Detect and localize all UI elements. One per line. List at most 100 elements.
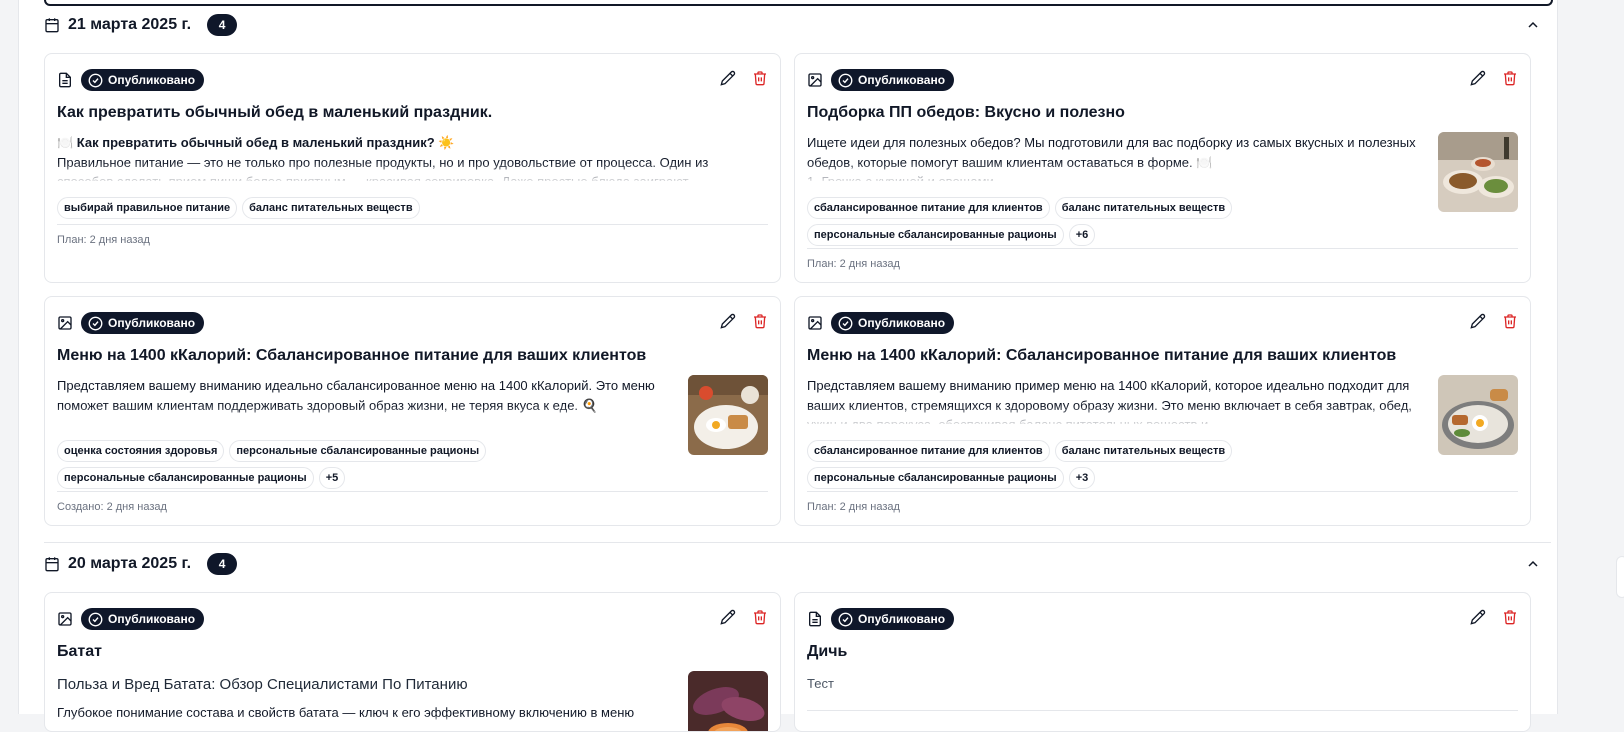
tag[interactable]: баланс питательных веществ [1054,197,1233,219]
post-card[interactable]: Опубликовано Дичь Тест [794,592,1531,732]
tag-list: оценка состояния здоровья персональные с… [57,440,668,489]
post-footer: План: 2 дня назад [807,248,1518,270]
check-circle-icon [838,316,853,330]
post-card[interactable]: Опубликовано Меню на 1400 кКалорий: Сбал… [794,296,1531,526]
status-label: Опубликовано [108,316,196,330]
post-footer: Создано: 2 дня назад [57,491,768,513]
post-title[interactable]: Меню на 1400 кКалорий: Сбалансированное … [57,347,646,365]
post-card[interactable]: Опубликовано Как превратить обычный обед… [44,53,781,283]
edit-pencil-icon[interactable] [720,313,736,329]
image-icon [58,612,72,626]
tag-more-count[interactable]: +5 [318,467,346,489]
edit-pencil-icon[interactable] [720,609,736,625]
image-icon [808,73,822,87]
delete-trash-icon[interactable] [752,609,768,625]
edit-pencil-icon[interactable] [720,70,736,86]
delete-trash-icon[interactable] [1502,313,1518,329]
tag-more-count[interactable]: +3 [1068,467,1096,489]
tag[interactable]: персональные сбалансированные рационы [807,467,1064,489]
post-title[interactable]: Батат [57,643,102,661]
post-thumbnail-image [688,671,768,731]
tag[interactable]: персональные сбалансированные рационы [807,224,1064,246]
post-title[interactable]: Дичь [807,643,847,661]
delete-trash-icon[interactable] [752,70,768,86]
tag[interactable]: баланс питательных веществ [1054,440,1233,462]
excerpt-line: Правильное питание — это не только про п… [57,154,709,182]
check-circle-icon [88,316,103,330]
excerpt-line: Тест [807,676,834,691]
check-circle-icon [838,73,853,87]
chevron-up-icon[interactable] [1525,17,1541,33]
tag-more-count[interactable]: +6 [1068,224,1096,246]
status-label: Опубликовано [858,73,946,87]
search-bar-edge[interactable] [44,0,1553,6]
image-icon [808,316,822,330]
image-icon [58,316,72,330]
post-footer: План: 2 дня назад [807,491,1518,513]
status-badge: Опубликовано [831,312,955,334]
tag[interactable]: оценка состояния здоровья [57,440,225,462]
chevron-up-icon[interactable] [1525,556,1541,572]
post-excerpt: Представляем вашему вниманию пример меню… [807,376,1418,424]
delete-trash-icon[interactable] [1502,609,1518,625]
group-divider [44,542,1551,543]
check-circle-icon [88,612,103,626]
tag[interactable]: персональные сбалансированные рационы [229,440,487,462]
tag-list: сбалансированное питание для клиентов ба… [807,197,1418,246]
excerpt-line: Ищете идеи для полезных обедов? Мы подго… [807,135,1416,170]
status-badge: Опубликовано [831,608,955,630]
status-label: Опубликовано [858,612,946,626]
delete-trash-icon[interactable] [752,313,768,329]
date-group-title: 21 марта 2025 г. [68,16,192,33]
post-excerpt: 🍽️ Как превратить обычный обед в маленьк… [57,133,768,181]
excerpt-line: Представляем вашему вниманию идеально сб… [57,378,655,413]
status-label: Опубликовано [108,612,196,626]
status-label: Опубликовано [108,73,196,87]
post-thumbnail-image [688,375,768,455]
post-title[interactable]: Как превратить обычный обед в маленький … [57,104,492,122]
post-excerpt: Глубокое понимание состава и свойств бат… [57,703,668,723]
posts-panel: 21 марта 2025 г. 4 Опубликовано Как прев… [18,0,1558,732]
tag-list: выбирай правильное питание баланс питате… [57,197,420,219]
post-footer: План: 2 дня назад [57,224,768,246]
tag-list: сбалансированное питание для клиентов ба… [807,440,1418,489]
status-label: Опубликовано [858,316,946,330]
status-badge: Опубликовано [81,608,205,630]
excerpt-line: Глубокое понимание состава и свойств бат… [57,705,635,720]
document-icon [59,72,71,88]
post-excerpt: Тест [807,674,1518,694]
post-excerpt: Представляем вашему вниманию идеально сб… [57,376,668,424]
post-card[interactable]: Опубликовано Батат Польза и Вред Батата:… [44,592,781,732]
document-icon [809,611,821,627]
calendar-icon [45,557,59,572]
post-count-badge: 4 [207,553,238,575]
edit-pencil-icon[interactable] [1470,313,1486,329]
excerpt-line: 1. Гречка с курицей и овощами [807,172,1418,181]
post-footer [807,710,1518,720]
post-title[interactable]: Подборка ПП обедов: Вкусно и полезно [807,104,1125,122]
post-excerpt: Ищете идеи для полезных обедов? Мы подго… [807,133,1418,181]
post-card[interactable]: Опубликовано Подборка ПП обедов: Вкусно … [794,53,1531,283]
tag[interactable]: сбалансированное питание для клиентов [807,440,1050,462]
status-badge: Опубликовано [831,69,955,91]
delete-trash-icon[interactable] [1502,70,1518,86]
date-group-header[interactable]: 20 марта 2025 г. 4 [44,549,1551,579]
tag[interactable]: персональные сбалансированные рационы [57,467,314,489]
edit-pencil-icon[interactable] [1470,609,1486,625]
calendar-icon [45,18,59,33]
post-title[interactable]: Меню на 1400 кКалорий: Сбалансированное … [807,347,1396,365]
excerpt-line: 🍽️ Как превратить обычный обед в маленьк… [57,135,455,150]
check-circle-icon [838,612,853,626]
status-badge: Опубликовано [81,69,205,91]
post-thumbnail-image [1438,375,1518,455]
side-panel-handle[interactable] [1616,556,1624,598]
tag[interactable]: выбирай правильное питание [57,197,238,219]
date-group-header[interactable]: 21 марта 2025 г. 4 [44,10,1551,40]
post-card[interactable]: Опубликовано Меню на 1400 кКалорий: Сбал… [44,296,781,526]
edit-pencil-icon[interactable] [1470,70,1486,86]
tag[interactable]: баланс питательных веществ [242,197,420,219]
tag[interactable]: сбалансированное питание для клиентов [807,197,1050,219]
post-subtitle: Польза и Вред Батата: Обзор Специалистам… [57,676,468,693]
excerpt-line: Представляем вашему вниманию пример меню… [807,378,1412,424]
post-count-badge: 4 [207,14,238,36]
